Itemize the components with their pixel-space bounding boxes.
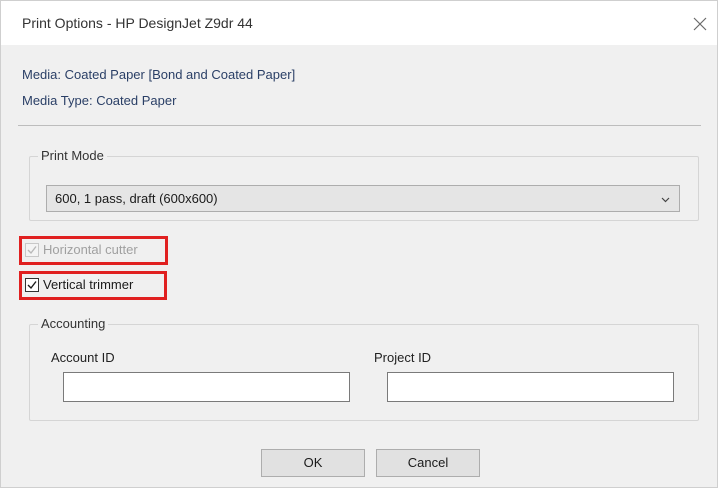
vertical-trimmer-highlight: Vertical trimmer — [19, 271, 167, 300]
print-mode-legend: Print Mode — [38, 148, 107, 163]
account-id-input[interactable] — [63, 372, 350, 402]
cancel-button[interactable]: Cancel — [376, 449, 480, 477]
chevron-down-icon — [661, 197, 670, 203]
title-bar: Print Options - HP DesignJet Z9dr 44 — [1, 1, 717, 45]
vertical-trimmer-checkbox[interactable] — [25, 278, 39, 292]
checkmark-icon — [27, 281, 37, 290]
vertical-trimmer-label: Vertical trimmer — [43, 277, 134, 292]
close-icon — [693, 17, 707, 31]
separator — [18, 125, 701, 126]
print-mode-selected: 600, 1 pass, draft (600x600) — [55, 191, 218, 206]
horizontal-cutter-checkbox[interactable] — [25, 243, 39, 257]
print-mode-dropdown[interactable]: 600, 1 pass, draft (600x600) — [46, 185, 680, 212]
media-info: Media: Coated Paper [Bond and Coated Pap… — [22, 67, 296, 82]
account-id-label: Account ID — [51, 350, 115, 365]
project-id-label: Project ID — [374, 350, 432, 365]
close-button[interactable] — [689, 13, 711, 35]
horizontal-cutter-highlight: Horizontal cutter — [19, 236, 168, 265]
accounting-legend: Accounting — [38, 316, 109, 331]
print-mode-group: Print Mode 600, 1 pass, draft (600x600) — [29, 148, 699, 221]
print-options-dialog: Print Options - HP DesignJet Z9dr 44 Med… — [0, 0, 718, 488]
horizontal-cutter-label: Horizontal cutter — [43, 242, 138, 257]
ok-button[interactable]: OK — [261, 449, 365, 477]
window-title: Print Options - HP DesignJet Z9dr 44 — [22, 15, 253, 31]
media-type-info: Media Type: Coated Paper — [22, 93, 177, 108]
checkmark-icon — [27, 246, 37, 255]
project-id-input[interactable] — [387, 372, 674, 402]
